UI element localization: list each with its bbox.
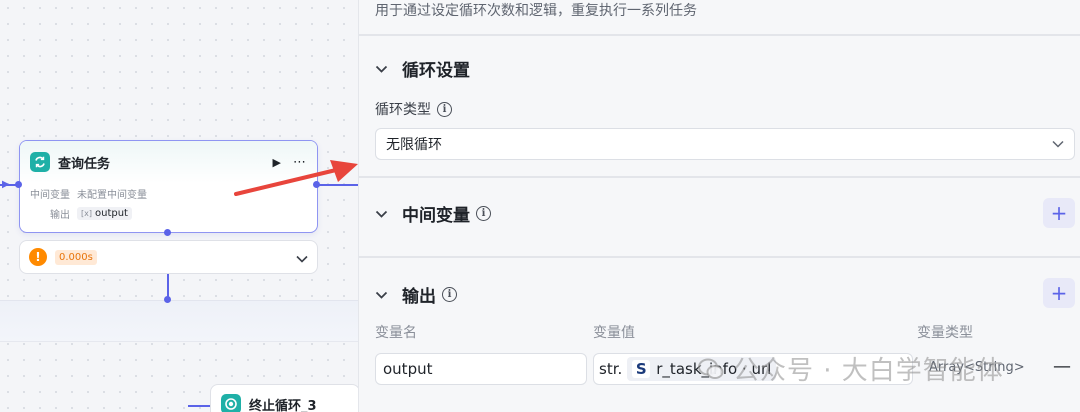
- output-label: 输出: [50, 209, 70, 221]
- loop-type-label-text: 循环类型: [375, 102, 431, 118]
- loop-port[interactable]: [164, 296, 171, 303]
- config-panel: 用于通过设定循环次数和逻辑，重复执行一系列任务 循环设置 循环类型 i 无限循环…: [358, 0, 1080, 412]
- info-icon[interactable]: i: [442, 287, 457, 302]
- output-var-chip: [x] output: [77, 206, 132, 220]
- output-title: 输出: [402, 287, 436, 307]
- loop-type-select[interactable]: 无限循环: [375, 128, 1075, 160]
- value-type-prefix[interactable]: str.: [597, 360, 624, 378]
- loop-body-band: [0, 300, 358, 342]
- loop-settings-title: 循环设置: [402, 61, 470, 81]
- chevron-down-icon[interactable]: [375, 59, 388, 78]
- input-port[interactable]: [15, 181, 22, 188]
- divider: [359, 176, 1080, 178]
- inter-var-label: 中间变量: [30, 189, 70, 201]
- chevron-down-icon[interactable]: [375, 204, 388, 223]
- info-icon[interactable]: i: [437, 101, 452, 117]
- node-output-row: 输出 [x] output: [20, 203, 317, 223]
- stop-loop-node[interactable]: 终止循环_3: [210, 384, 358, 412]
- chevron-down-icon: [1052, 136, 1064, 152]
- panel-description: 用于通过设定循环次数和逻辑，重复执行一系列任务: [375, 3, 697, 19]
- warning-icon: !: [29, 248, 47, 266]
- divider: [359, 256, 1080, 258]
- stop-icon: [221, 394, 241, 412]
- loop-type-value: 无限循环: [386, 137, 442, 153]
- stop-edge: [188, 405, 210, 407]
- stop-node-title: 终止循环_3: [249, 398, 317, 412]
- annotation-arrow-icon: [234, 160, 358, 196]
- inter-var-value: 未配置中间变量: [77, 189, 147, 201]
- loop-type-label: 循环类型 i: [375, 99, 452, 119]
- intermediate-vars-header[interactable]: 中间变量 i: [375, 201, 491, 226]
- wechat-icon: [698, 358, 724, 379]
- output-var-name: output: [94, 207, 128, 219]
- intermediate-vars-title: 中间变量: [402, 206, 470, 226]
- info-icon[interactable]: i: [476, 206, 491, 221]
- add-output-var-button[interactable]: +: [1043, 278, 1075, 308]
- col-header-var-name: 变量名: [375, 325, 417, 341]
- node-status-bar[interactable]: ! 0.000s: [19, 240, 318, 274]
- output-header[interactable]: 输出 i: [375, 282, 457, 307]
- col-header-var-value: 变量值: [593, 325, 635, 341]
- string-type-icon: S: [632, 360, 651, 378]
- loop-settings-header[interactable]: 循环设置: [375, 56, 470, 81]
- add-intermediate-var-button[interactable]: +: [1043, 198, 1075, 228]
- watermark-text: 公众号 · 大白学智能体: [733, 356, 1004, 386]
- remove-output-var-button[interactable]: —: [1053, 356, 1071, 377]
- col-header-var-type: 变量类型: [917, 325, 973, 341]
- loop-icon: [30, 152, 50, 172]
- bottom-port[interactable]: [164, 229, 171, 236]
- divider: [359, 34, 1080, 36]
- watermark: 公众号 · 大白学智能体: [697, 350, 1004, 387]
- chevron-down-icon[interactable]: [296, 248, 308, 267]
- chevron-down-icon[interactable]: [375, 285, 388, 304]
- exec-time-badge: 0.000s: [55, 249, 97, 265]
- output-var-name-input[interactable]: output: [375, 353, 587, 385]
- variable-icon: [x]: [81, 208, 92, 218]
- workflow-canvas[interactable]: ▶ 查询任务 ▶ ⋯ 中间变量 未配置中间变量 输出 [x] output !: [0, 0, 358, 412]
